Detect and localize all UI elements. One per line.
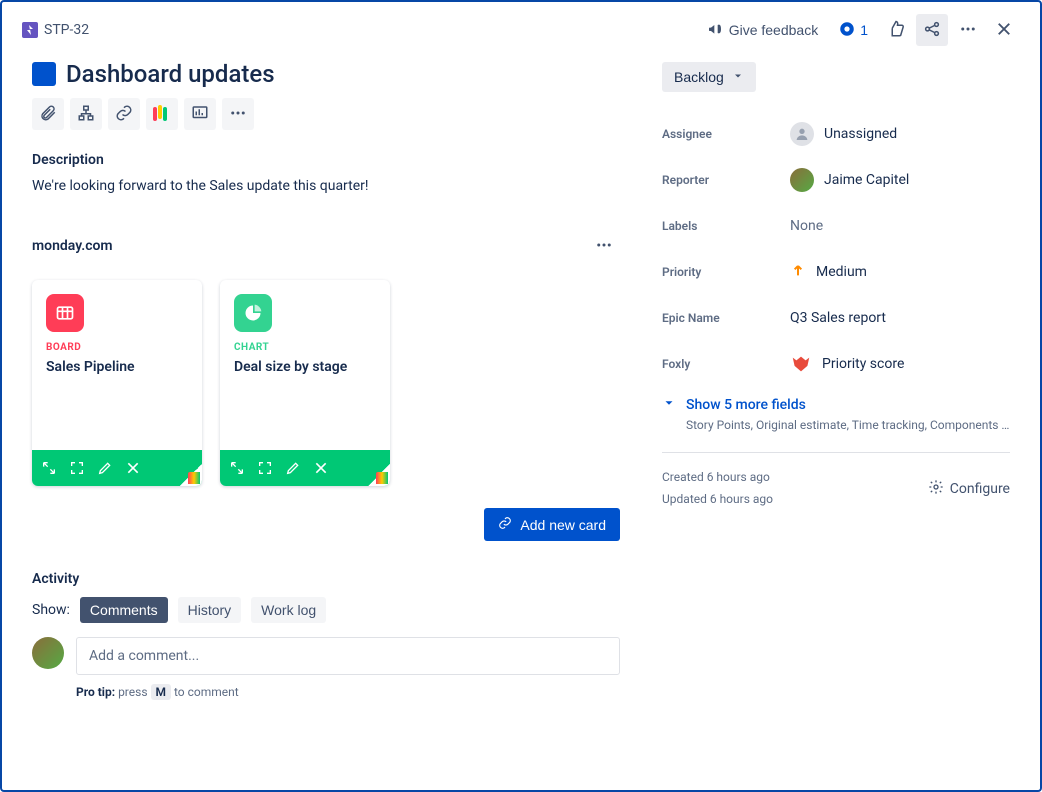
- show-more-subtext: Story Points, Original estimate, Time tr…: [686, 418, 1010, 432]
- unassigned-avatar-icon: [790, 122, 814, 146]
- edit-icon[interactable]: [96, 459, 114, 477]
- megaphone-icon: [707, 21, 723, 40]
- paperclip-icon: [39, 104, 57, 125]
- tab-comments[interactable]: Comments: [80, 597, 168, 623]
- reporter-avatar: [790, 168, 814, 192]
- show-more-fields-button[interactable]: Show 5 more fields: [662, 396, 1010, 414]
- right-pane: Backlog Assignee Unassigned Reporter Jai…: [642, 52, 1040, 790]
- created-timestamp: Created 6 hours ago: [662, 467, 928, 489]
- monday-section-header: monday.com: [32, 230, 620, 262]
- content-toolbar: [32, 98, 620, 130]
- card-footer: [220, 450, 390, 486]
- chart-icon: [234, 294, 272, 332]
- protip-text: Pro tip: press M to comment: [76, 685, 620, 699]
- issue-modal: STP-32 Give feedback 1: [0, 0, 1042, 792]
- chevron-down-icon: [732, 69, 744, 85]
- thumbs-up-icon: [887, 20, 905, 41]
- monday-more-button[interactable]: [588, 230, 620, 262]
- dashboard-icon: [191, 104, 209, 125]
- activity-section: Activity Show: Comments History Work log…: [32, 561, 620, 699]
- tab-history[interactable]: History: [178, 597, 242, 623]
- give-feedback-button[interactable]: Give feedback: [699, 14, 827, 46]
- status-dropdown[interactable]: Backlog: [662, 62, 756, 92]
- monday-corner-icon: [180, 464, 202, 486]
- user-avatar: [32, 637, 64, 669]
- like-button[interactable]: [880, 14, 912, 46]
- tab-worklog[interactable]: Work log: [251, 597, 326, 623]
- card-type-label: CHART: [234, 342, 376, 353]
- left-pane: Dashboard updates: [2, 52, 642, 790]
- card-type-label: BOARD: [46, 342, 188, 353]
- monday-logo-icon: [153, 105, 171, 123]
- issue-key-link[interactable]: STP-32: [44, 22, 89, 38]
- add-child-button[interactable]: [70, 98, 102, 130]
- edit-icon[interactable]: [284, 459, 302, 477]
- field-foxly[interactable]: Foxly Priority score: [662, 344, 1010, 384]
- eye-icon: [838, 20, 856, 41]
- modal-header: STP-32 Give feedback 1: [2, 2, 1040, 52]
- issue-title[interactable]: Dashboard updates: [66, 60, 275, 88]
- description-label: Description: [32, 152, 620, 168]
- header-actions: Give feedback 1: [699, 14, 1020, 46]
- breadcrumb: STP-32: [22, 22, 699, 38]
- field-assignee[interactable]: Assignee Unassigned: [662, 114, 1010, 154]
- modal-body: Dashboard updates: [2, 52, 1040, 790]
- chevron-down-icon: [662, 396, 676, 414]
- monday-corner-icon: [368, 464, 390, 486]
- field-labels[interactable]: Labels None: [662, 206, 1010, 246]
- monday-card-chart[interactable]: CHART Deal size by stage: [220, 280, 390, 486]
- priority-medium-icon: [790, 262, 806, 282]
- toolbar-more-button[interactable]: [222, 98, 254, 130]
- expand-icon[interactable]: [40, 459, 58, 477]
- fullscreen-icon[interactable]: [68, 459, 86, 477]
- monday-cards-row: BOARD Sales Pipeline: [32, 280, 620, 486]
- description-text[interactable]: We're looking forward to the Sales updat…: [32, 178, 620, 194]
- add-new-card-button[interactable]: Add new card: [484, 508, 620, 541]
- more-actions-button[interactable]: [952, 14, 984, 46]
- epic-color-swatch[interactable]: [32, 62, 56, 86]
- more-icon: [595, 236, 613, 257]
- divider: [662, 452, 1010, 453]
- dashboard-app-button[interactable]: [184, 98, 216, 130]
- share-button[interactable]: [916, 14, 948, 46]
- expand-icon[interactable]: [228, 459, 246, 477]
- field-priority[interactable]: Priority Medium: [662, 252, 1010, 292]
- link-issue-button[interactable]: [108, 98, 140, 130]
- close-icon: [995, 20, 1013, 41]
- monday-card-board[interactable]: BOARD Sales Pipeline: [32, 280, 202, 486]
- foxly-icon: [790, 353, 812, 375]
- card-title: Sales Pipeline: [46, 359, 188, 375]
- close-button[interactable]: [988, 14, 1020, 46]
- delete-icon[interactable]: [124, 459, 142, 477]
- meta-row: Created 6 hours ago Updated 6 hours ago …: [662, 467, 1010, 510]
- delete-icon[interactable]: [312, 459, 330, 477]
- comment-row: Add a comment...: [32, 637, 620, 675]
- link-icon: [498, 516, 512, 533]
- share-icon: [923, 20, 941, 41]
- gear-icon: [928, 479, 944, 499]
- board-icon: [46, 294, 84, 332]
- more-icon: [959, 20, 977, 41]
- title-row: Dashboard updates: [32, 60, 620, 88]
- comment-input[interactable]: Add a comment...: [76, 637, 620, 675]
- more-icon: [229, 104, 247, 125]
- monday-section-title: monday.com: [32, 238, 588, 254]
- link-icon: [115, 104, 133, 125]
- configure-button[interactable]: Configure: [928, 479, 1010, 499]
- attach-button[interactable]: [32, 98, 64, 130]
- keyboard-key-badge: M: [151, 684, 172, 700]
- fullscreen-icon[interactable]: [256, 459, 274, 477]
- field-reporter[interactable]: Reporter Jaime Capitel: [662, 160, 1010, 200]
- activity-label: Activity: [32, 571, 620, 587]
- watchers-button[interactable]: 1: [830, 14, 876, 46]
- show-label: Show:: [32, 602, 70, 618]
- monday-app-button[interactable]: [146, 98, 178, 130]
- field-epic-name[interactable]: Epic Name Q3 Sales report: [662, 298, 1010, 338]
- card-footer: [32, 450, 202, 486]
- epic-type-icon: [22, 22, 38, 38]
- card-title: Deal size by stage: [234, 359, 376, 375]
- hierarchy-icon: [77, 104, 95, 125]
- updated-timestamp: Updated 6 hours ago: [662, 489, 928, 511]
- activity-tabs-row: Show: Comments History Work log: [32, 597, 620, 623]
